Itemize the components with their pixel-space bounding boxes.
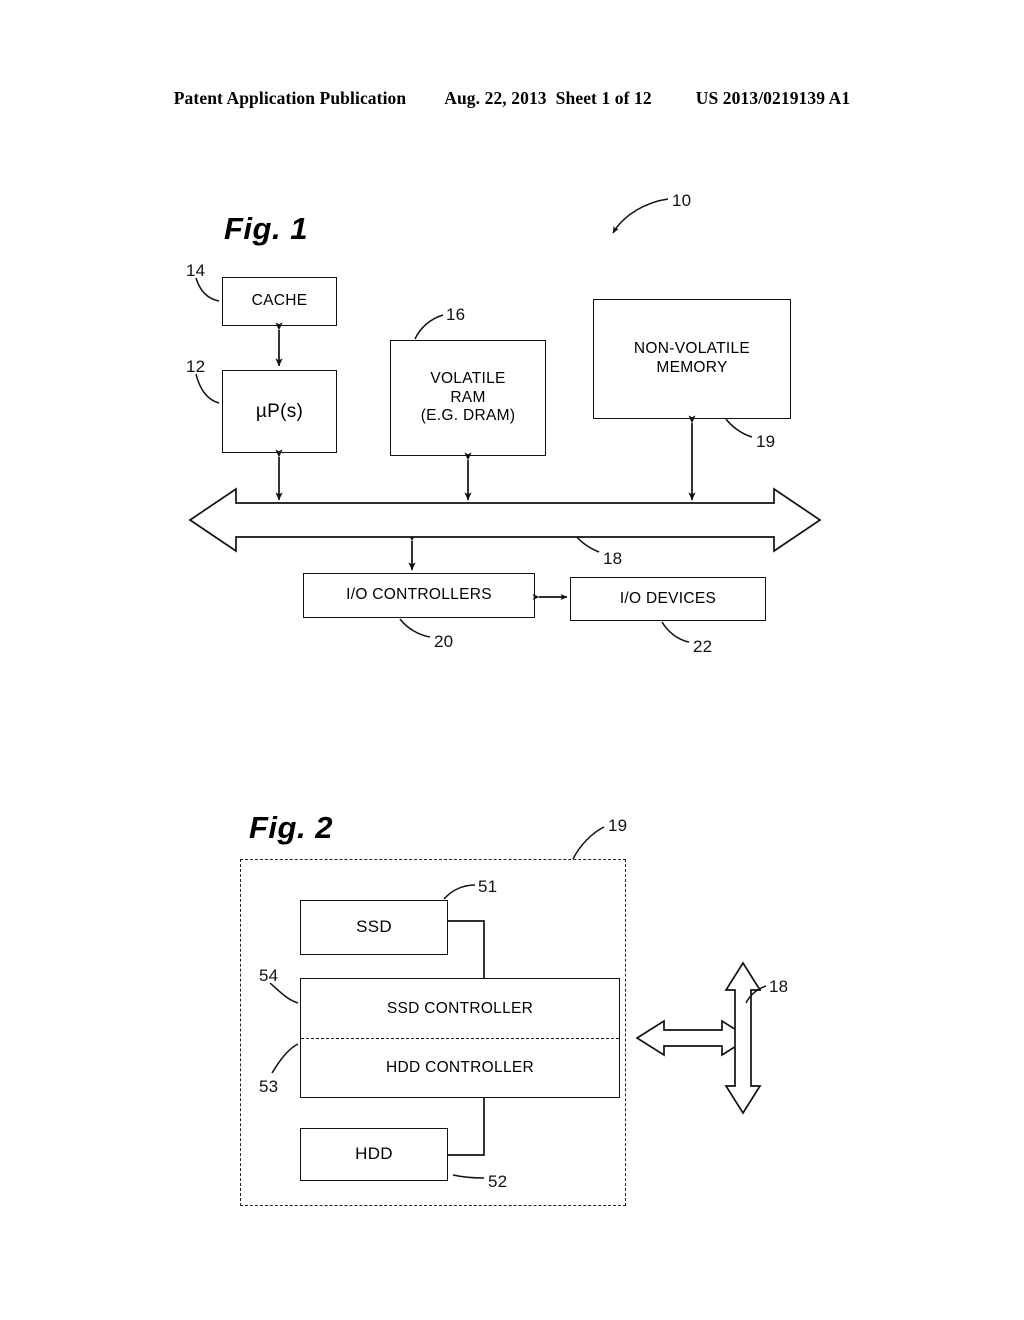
fig2-bus-horizontal-arrow [635,1019,751,1057]
block-hdd-label: HDD [355,1144,393,1164]
block-ssd-controller-label: SSD CONTROLLER [386,999,534,1017]
refnum-10: 10 [672,191,692,210]
block-io-controllers: I/O CONTROLLERS [303,573,535,618]
patent-number: US 2013/0219139 A1 [695,88,851,108]
block-io-controllers-label: I/O CONTROLLERS [346,586,492,604]
figure-1-label: Fig. 1 [224,211,308,246]
refnum-19-enclosure: 19 [608,816,628,835]
block-io-devices: I/O DEVICES [570,577,766,621]
sheet-number: Sheet 1 of 12 [555,88,652,108]
block-hdd-controller: HDD CONTROLLER [301,1038,619,1097]
refnum-52: 52 [488,1172,508,1191]
refnum-18-bus: 18 [603,549,623,568]
page-header: Patent Application Publication Aug. 22, … [0,88,1024,109]
refnum-51: 51 [478,877,498,896]
block-ssd: SSD [300,900,448,955]
bus-label: BUS(ES) [472,509,538,526]
refnum-20: 20 [434,632,454,651]
block-ssd-controller: SSD CONTROLLER [301,979,619,1038]
refnum-18-bus-fig2: 18 [769,977,789,996]
block-nonvolatile-memory-line2: MEMORY [656,359,728,376]
block-hdd-controller-label: HDD CONTROLLER [385,1058,535,1076]
block-ssd-label: SSD [356,917,392,937]
block-processor: µP(s) [222,370,337,453]
refnum-16: 16 [446,305,466,324]
refnum-22: 22 [693,637,713,656]
block-volatile-ram-line1: VOLATILE [430,369,506,387]
block-nonvolatile-memory: NON-VOLATILE MEMORY [593,299,791,419]
refnum-53: 53 [259,1077,279,1096]
publication-date: Aug. 22, 2013 [444,88,547,108]
block-processor-label: µP(s) [255,400,304,422]
block-volatile-ram-line2: RAM [450,388,486,406]
block-hdd: HDD [300,1128,448,1181]
fig2-bus-vertical-arrow [724,961,762,1115]
refnum-12: 12 [186,357,206,376]
publication-label: Patent Application Publication [173,88,407,108]
block-storage-controllers: SSD CONTROLLER HDD CONTROLLER [300,978,620,1098]
block-volatile-ram: VOLATILE RAM (E.G. DRAM) [390,340,546,456]
refnum-14: 14 [186,261,206,280]
figure-2-label: Fig. 2 [249,810,333,845]
controller-divider [301,1038,619,1039]
block-cache: CACHE [222,277,337,326]
block-volatile-ram-line3: (E.G. DRAM) [420,407,516,425]
refnum-19-nvm: 19 [756,432,776,451]
refnum-54: 54 [259,966,279,985]
block-cache-label: CACHE [251,292,308,310]
block-io-devices-label: I/O DEVICES [619,589,717,607]
block-nonvolatile-memory-line1: NON-VOLATILE [633,340,751,358]
